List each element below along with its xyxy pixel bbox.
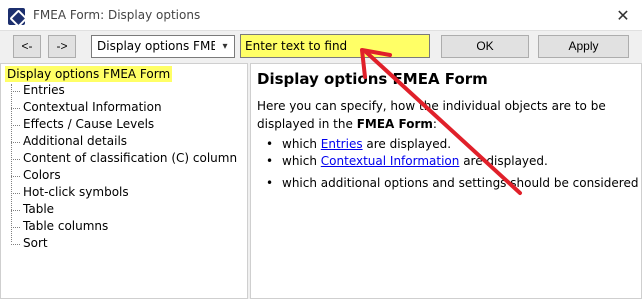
- tree-item-entries[interactable]: Entries: [11, 83, 65, 100]
- bullet-additional-options: • which additional options and settings s…: [266, 176, 638, 190]
- tree-item-effects-cause-levels[interactable]: Effects / Cause Levels: [11, 117, 154, 134]
- topic-tree: Display options FMEA Form Entries Contex…: [0, 63, 248, 299]
- bullet-entries: • which Entries are displayed.: [266, 137, 451, 151]
- intro-suffix: :: [432, 117, 437, 131]
- content-title: Display options FMEA Form: [257, 70, 488, 88]
- help-content-panel: Display options FMEA Form Here you can s…: [250, 63, 642, 299]
- bullet-dot: •: [266, 154, 274, 168]
- bullet-text: are displayed.: [459, 154, 548, 168]
- fmea-app-icon: [8, 8, 25, 25]
- window-title: FMEA Form: Display options: [33, 8, 201, 22]
- bullet-contextual-information: • which Contextual Information are displa…: [266, 154, 548, 168]
- intro-bold-text: FMEA Form: [356, 117, 433, 131]
- toolbar: <- -> Display options FMEA Form ▾ OK App…: [0, 31, 642, 62]
- tree-item-table-columns[interactable]: Table columns: [11, 219, 108, 236]
- find-text-input[interactable]: [240, 34, 430, 58]
- topic-select[interactable]: Display options FMEA Form ▾: [91, 35, 235, 58]
- content-intro: Here you can specify, how the individual…: [257, 97, 637, 133]
- tree-root-item[interactable]: Display options FMEA Form: [5, 66, 173, 82]
- tree-item-classification-column[interactable]: Content of classification (C) column: [11, 151, 237, 168]
- chevron-down-icon[interactable]: ▾: [218, 39, 232, 55]
- close-button[interactable]: ✕: [606, 2, 640, 29]
- tree-item-hot-click-symbols[interactable]: Hot-click symbols: [11, 185, 129, 202]
- bullet-dot: •: [266, 137, 274, 151]
- tree-item-colors[interactable]: Colors: [11, 168, 61, 185]
- forward-button[interactable]: ->: [48, 35, 76, 58]
- topic-select-value: Display options FMEA Form: [97, 39, 215, 53]
- bullet-dot: •: [266, 176, 274, 190]
- bullet-text: which additional options and settings sh…: [282, 176, 639, 190]
- bullet-text: which: [282, 154, 321, 168]
- bullet-text: which: [282, 137, 321, 151]
- contextual-information-link[interactable]: Contextual Information: [321, 154, 460, 168]
- title-bar: FMEA Form: Display options ✕: [0, 0, 642, 31]
- apply-button[interactable]: Apply: [538, 35, 629, 58]
- tree-item-contextual-information[interactable]: Contextual Information: [11, 100, 162, 117]
- tree-item-additional-details[interactable]: Additional details: [11, 134, 127, 151]
- ok-button[interactable]: OK: [441, 35, 529, 58]
- bullet-text: are displayed.: [362, 137, 452, 151]
- entries-link[interactable]: Entries: [321, 137, 363, 151]
- tree-item-table[interactable]: Table: [11, 202, 54, 219]
- back-button[interactable]: <-: [13, 35, 41, 58]
- tree-item-sort[interactable]: Sort: [11, 236, 48, 253]
